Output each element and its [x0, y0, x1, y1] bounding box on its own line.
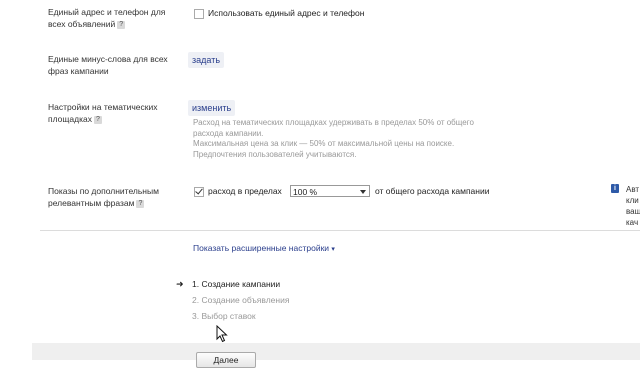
arrow-right-icon: ➜: [176, 279, 184, 289]
wizard-step-1: ➜ 1. Создание кампании: [176, 276, 289, 292]
relevant-phrases-label: Показы по дополнительным релевантным фра…: [48, 185, 178, 209]
spend-percent-select[interactable]: 100 %: [290, 185, 370, 197]
help-icon[interactable]: ?: [93, 115, 102, 124]
chevron-down-icon: ▾: [331, 246, 335, 253]
single-address-option[interactable]: Использовать единый адрес и телефон: [194, 7, 364, 19]
single-address-checkbox[interactable]: [194, 8, 204, 19]
help-icon[interactable]: ?: [136, 199, 145, 208]
wizard-step-label: 1. Создание кампании: [192, 279, 281, 289]
show-advanced-settings-link[interactable]: Показать расширенные настройки ▾: [193, 242, 335, 256]
info-side-line: кли: [626, 196, 639, 205]
info-side-text: Авт кли ваш кач: [626, 184, 640, 228]
set-minus-words-button[interactable]: задать: [188, 52, 225, 68]
wizard-step-2: 2. Создание объявления: [176, 292, 289, 308]
next-button[interactable]: Далее: [196, 352, 256, 368]
info-side-line: Авт: [626, 185, 640, 194]
wizard-step-label: 2. Создание объявления: [192, 295, 290, 305]
address-label-line2: всех объявлений?: [48, 18, 178, 30]
wizard-step-label: 3. Выбор ставок: [192, 311, 256, 321]
thematic-desc-line2: расхода кампании.: [193, 128, 264, 138]
thematic-label-line2: площадках?: [48, 113, 178, 125]
thematic-desc-line3: Максимальная цена за клик — 50% от макси…: [193, 139, 455, 148]
info-side-line: ваш: [626, 207, 640, 216]
section-divider: [40, 230, 640, 231]
thematic-settings-label: Настройки на тематических площадках?: [48, 101, 178, 125]
thematic-desc-line4: Предпочтения пользователей учитываются.: [193, 149, 357, 159]
help-icon[interactable]: ?: [117, 20, 126, 29]
minus-words-label: Единые минус-слова для всех фраз кампани…: [48, 53, 188, 77]
wizard-steps: ➜ 1. Создание кампании 2. Создание объявл…: [176, 276, 289, 324]
mouse-cursor-icon: [216, 325, 228, 343]
spend-suffix: от общего расхода кампании: [375, 186, 490, 196]
change-thematic-button[interactable]: изменить: [188, 100, 236, 116]
relevant-spend-checkbox-label[interactable]: расход в пределах: [208, 186, 282, 196]
wizard-step-3: 3. Выбор ставок: [176, 308, 289, 324]
relevant-spend-checkbox[interactable]: [194, 186, 204, 197]
footer-bar: [32, 343, 640, 360]
info-icon[interactable]: i: [611, 184, 619, 193]
thematic-label-line1: Настройки на тематических: [48, 102, 158, 112]
address-setting-label: Единый адрес и телефон для всех объявлен…: [48, 6, 178, 30]
thematic-desc-line1: Расход на тематических площадках удержив…: [193, 118, 474, 127]
relevant-label-line2: релевантным фразам?: [48, 197, 178, 209]
single-address-checkbox-label[interactable]: Использовать единый адрес и телефон: [208, 8, 364, 18]
chevron-down-icon: [360, 190, 366, 194]
spend-percent-value: 100 %: [293, 187, 318, 197]
minus-words-label-line2: фраз кампании: [48, 66, 109, 76]
advanced-link-label[interactable]: Показать расширенные настройки: [193, 243, 329, 253]
info-side-line: кач: [626, 218, 639, 227]
thematic-description: Расход на тематических площадках удержив…: [193, 118, 573, 160]
relevant-spend-option[interactable]: расход в пределах: [194, 185, 282, 197]
address-label-line1: Единый адрес и телефон для: [48, 7, 166, 17]
minus-words-label-line1: Единые минус-слова для всех: [48, 54, 168, 64]
relevant-label-line1: Показы по дополнительным: [48, 186, 159, 196]
